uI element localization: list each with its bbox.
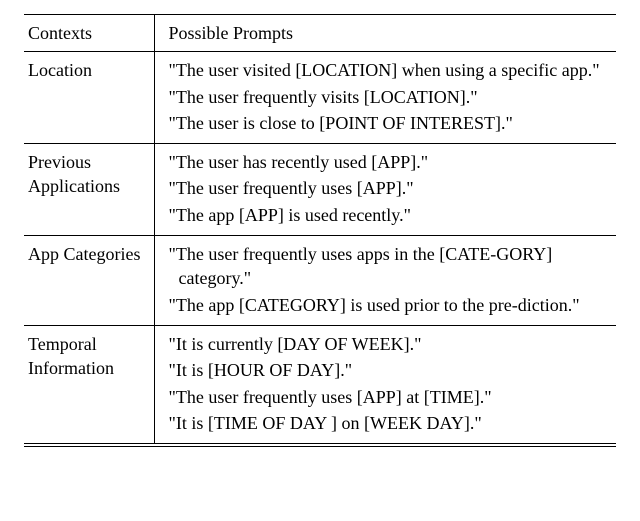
document-page: Contexts Possible Prompts Location "The …	[0, 0, 640, 521]
header-contexts: Contexts	[24, 15, 154, 52]
prompts-cell: "The user has recently used [APP]." "The…	[154, 144, 616, 236]
prompt-text: "The app [CATEGORY] is used prior to the…	[169, 293, 611, 317]
table-row: App Categories "The user frequently uses…	[24, 236, 616, 326]
context-line1: Temporal	[28, 334, 97, 354]
context-line2: Information	[28, 358, 114, 378]
context-line1: App Categories	[28, 244, 140, 264]
context-line1: Location	[28, 60, 92, 80]
prompts-cell: "The user visited [LOCATION] when using …	[154, 52, 616, 144]
table-row: Temporal Information "It is currently [D…	[24, 325, 616, 445]
prompts-cell: "The user frequently uses apps in the [C…	[154, 236, 616, 326]
prompt-text: "It is [HOUR OF DAY]."	[169, 358, 611, 382]
contexts-prompts-table: Contexts Possible Prompts Location "The …	[24, 14, 616, 447]
context-cell: Previous Applications	[24, 144, 154, 236]
prompt-text: "The user frequently visits [LOCATION]."	[169, 85, 611, 109]
prompt-text: "The user is close to [POINT OF INTEREST…	[169, 111, 611, 135]
prompt-text: "The user frequently uses [APP] at [TIME…	[169, 385, 611, 409]
table-row: Previous Applications "The user has rece…	[24, 144, 616, 236]
table-row: Location "The user visited [LOCATION] wh…	[24, 52, 616, 144]
prompt-text: "The user visited [LOCATION] when using …	[169, 58, 611, 82]
header-prompts: Possible Prompts	[154, 15, 616, 52]
context-line1: Previous	[28, 152, 91, 172]
prompts-cell: "It is currently [DAY OF WEEK]." "It is …	[154, 325, 616, 445]
context-cell: App Categories	[24, 236, 154, 326]
prompt-text: "It is currently [DAY OF WEEK]."	[169, 332, 611, 356]
context-cell: Location	[24, 52, 154, 144]
prompt-text: "The user has recently used [APP]."	[169, 150, 611, 174]
prompt-text: "It is [TIME OF DAY ] on [WEEK DAY]."	[169, 411, 611, 435]
prompt-text: "The app [APP] is used recently."	[169, 203, 611, 227]
prompt-text: "The user frequently uses apps in the [C…	[169, 242, 611, 291]
context-cell: Temporal Information	[24, 325, 154, 445]
table-header-row: Contexts Possible Prompts	[24, 15, 616, 52]
context-line2: Applications	[28, 176, 120, 196]
prompt-text: "The user frequently uses [APP]."	[169, 176, 611, 200]
